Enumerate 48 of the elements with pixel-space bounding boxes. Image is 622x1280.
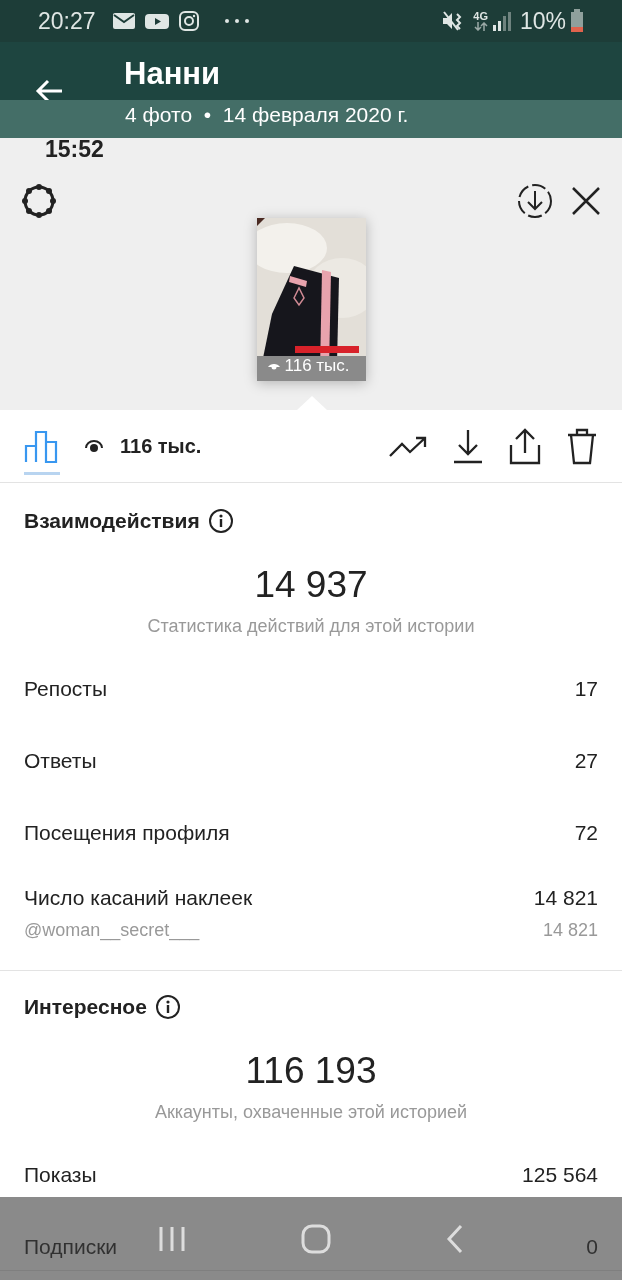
mail-icon bbox=[111, 11, 136, 31]
section-title: Взаимодействия bbox=[24, 508, 200, 534]
info-icon[interactable] bbox=[207, 507, 234, 534]
trending-icon[interactable] bbox=[388, 434, 428, 458]
trash-icon[interactable] bbox=[566, 427, 598, 465]
stat-label: Ответы bbox=[24, 748, 97, 775]
back-icon[interactable] bbox=[446, 1223, 465, 1254]
camera-icon bbox=[177, 10, 200, 32]
network-type: 4G bbox=[473, 11, 488, 22]
story-status-time: 15:52 bbox=[45, 136, 104, 162]
album-title: Нанни bbox=[124, 54, 221, 93]
stat-label: Показы bbox=[24, 1162, 97, 1189]
download-icon[interactable] bbox=[516, 182, 554, 220]
battery-icon bbox=[570, 9, 584, 33]
home-icon[interactable] bbox=[301, 1223, 331, 1254]
share-icon[interactable] bbox=[508, 427, 542, 465]
stat-value: 17 bbox=[574, 676, 598, 703]
settings-icon[interactable] bbox=[20, 182, 58, 220]
total-caption: Аккаунты, охваченные этой историей bbox=[153, 1101, 469, 1125]
total-caption: Статистика действий для этой истории bbox=[146, 615, 476, 639]
views-count: 116 тыс. bbox=[120, 434, 202, 459]
stat-value: 0 bbox=[586, 1234, 598, 1261]
total-count: 116 193 bbox=[244, 1050, 378, 1092]
stat-label: Подписки bbox=[24, 1234, 118, 1261]
album-subtitle: 4 фото • 14 февраля 2020 г. bbox=[125, 103, 409, 126]
stat-value: 72 bbox=[574, 820, 598, 847]
save-icon[interactable] bbox=[452, 428, 484, 464]
total-count: 14 937 bbox=[253, 564, 369, 606]
stat-label: Репосты bbox=[24, 676, 108, 703]
info-icon[interactable] bbox=[154, 993, 181, 1020]
video-play-icon bbox=[143, 11, 170, 31]
views-overlay: 116 тыс. bbox=[284, 354, 350, 377]
status-time: 20:27 bbox=[38, 6, 96, 36]
stat-label: Число касаний наклеек bbox=[24, 885, 253, 912]
more-icon bbox=[223, 18, 250, 24]
stat-value: 125 564 bbox=[522, 1162, 598, 1189]
recent-apps-icon[interactable] bbox=[157, 1225, 186, 1252]
stat-value: 14 821 bbox=[533, 885, 598, 912]
stat-label: Посещения профиля bbox=[24, 820, 230, 847]
signal-icon bbox=[491, 11, 512, 31]
battery-percent: 10% bbox=[519, 6, 566, 36]
stat-label: @woman__secret___ bbox=[24, 919, 200, 943]
eye-icon bbox=[84, 438, 104, 454]
section-title: Интересное bbox=[24, 994, 147, 1021]
data-arrows-icon bbox=[473, 22, 488, 31]
stat-value: 27 bbox=[574, 748, 598, 775]
close-icon[interactable] bbox=[570, 185, 602, 217]
stat-value: 14 821 bbox=[542, 919, 598, 943]
